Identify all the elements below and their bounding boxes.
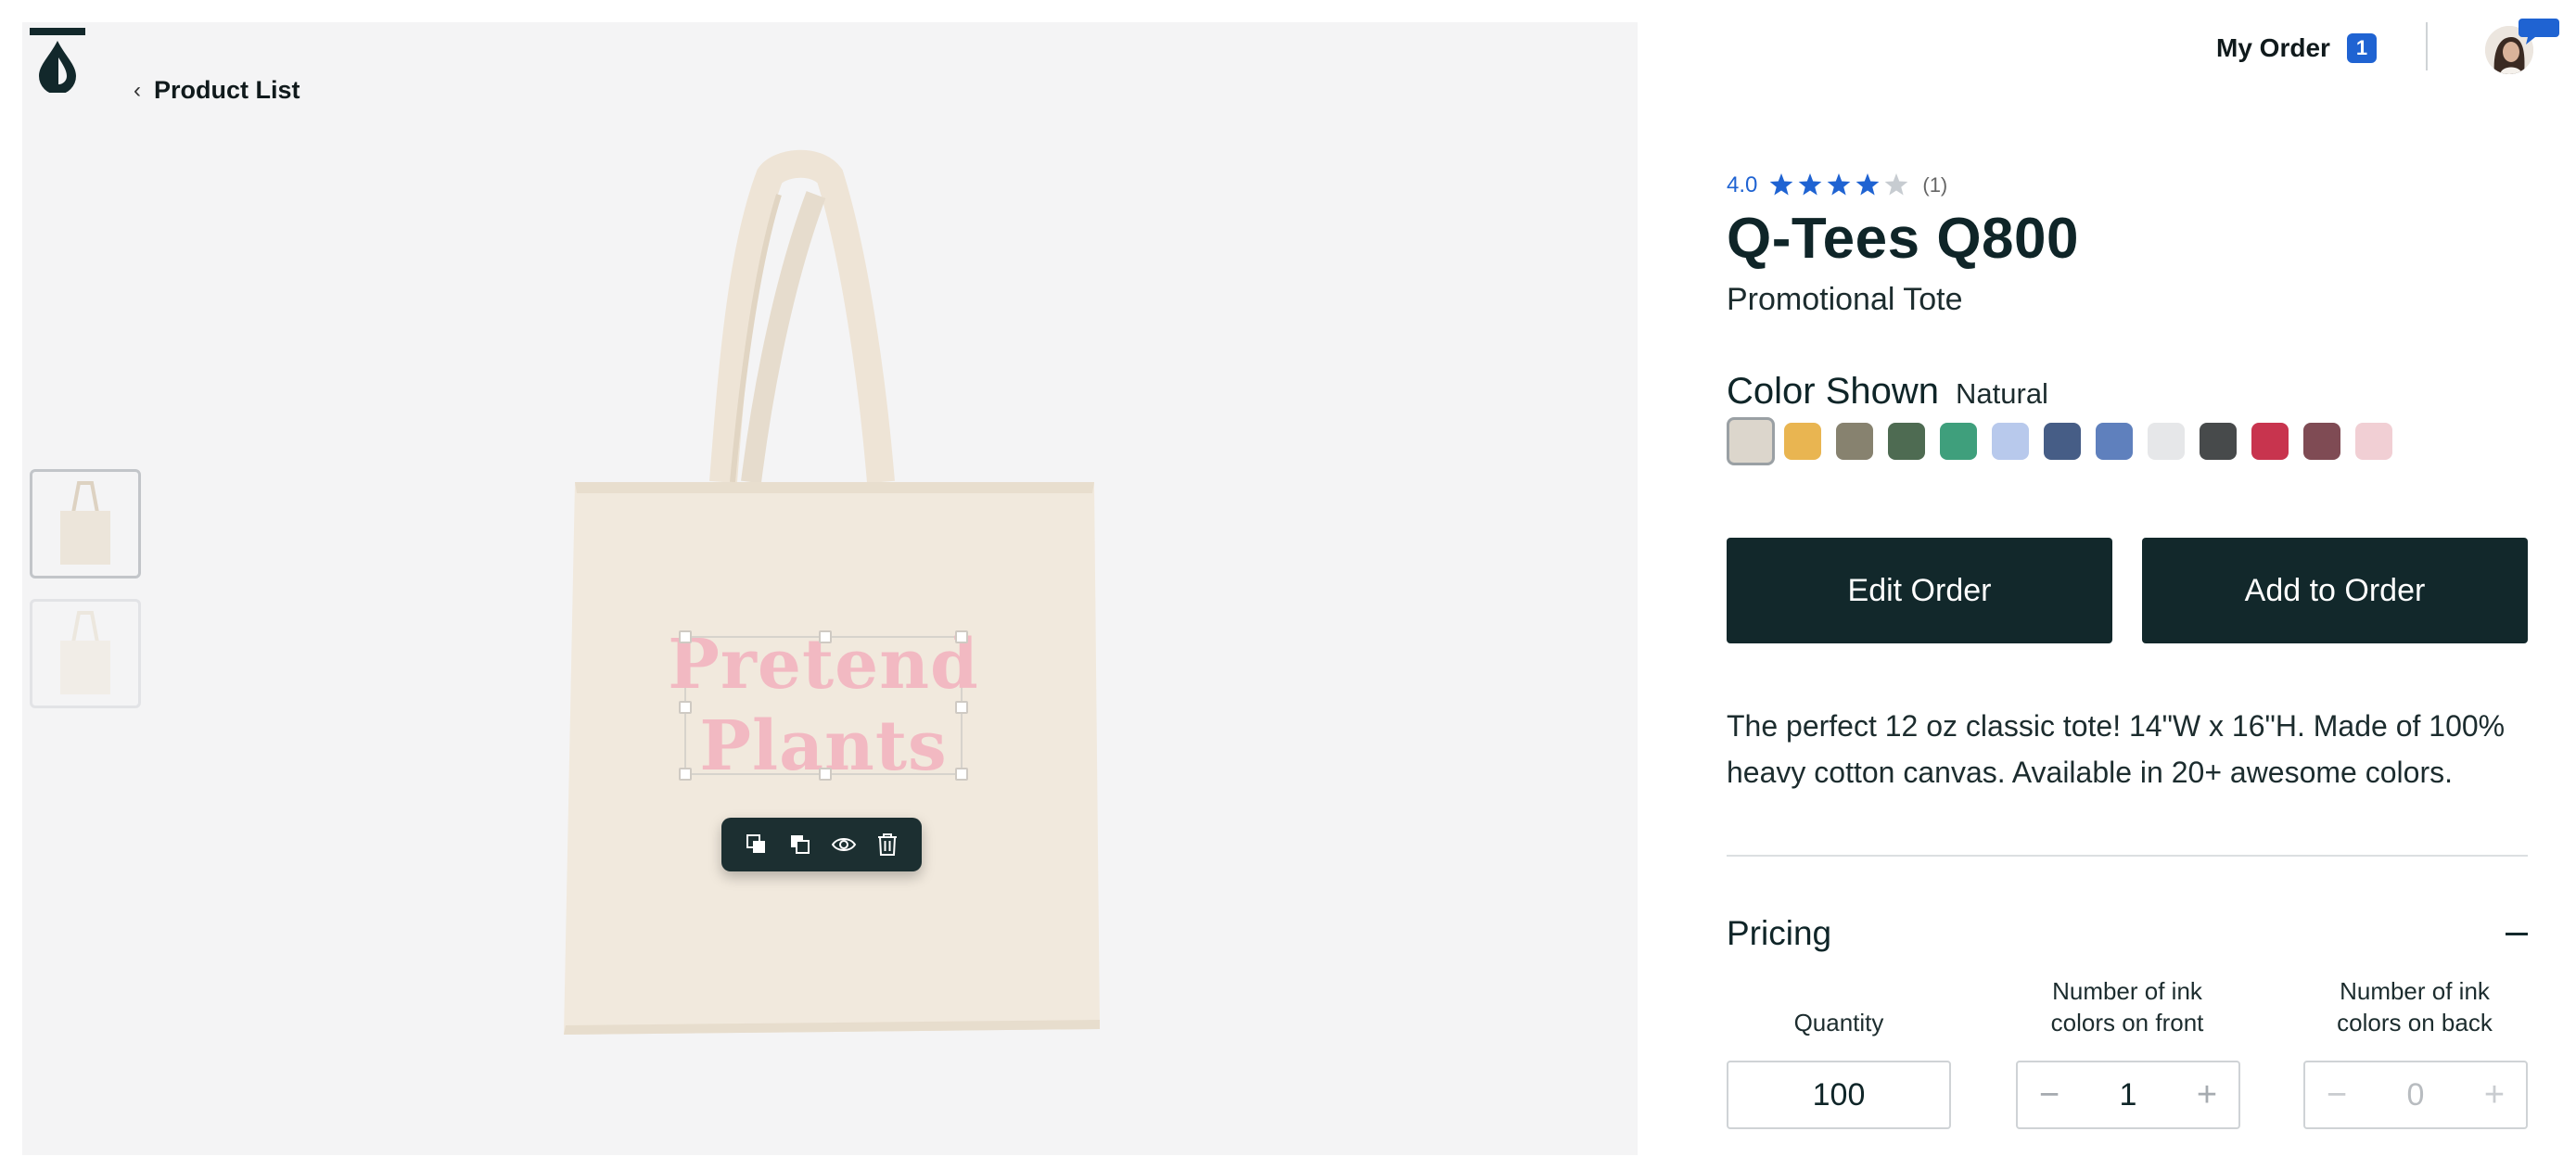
pricing-title[interactable]: Pricing [1727, 914, 1831, 953]
color-swatch[interactable] [2251, 423, 2289, 460]
resize-handle[interactable] [955, 701, 968, 714]
front-colors-label: Number of ink colors on front [2007, 975, 2248, 1038]
resize-handle[interactable] [819, 630, 832, 643]
star-filled-icon [1799, 173, 1822, 196]
add-to-order-button[interactable]: Add to Order [2142, 538, 2528, 643]
color-swatch[interactable] [1888, 423, 1925, 460]
breadcrumb-label: Product List [154, 76, 300, 104]
tote-thumbnail-icon [60, 481, 110, 565]
design-selection-box[interactable]: Pretend Plants [668, 625, 978, 786]
header-divider [2426, 22, 2428, 70]
color-swatch[interactable] [2355, 423, 2392, 460]
back-colors-value[interactable]: 0 [2407, 1077, 2425, 1113]
my-order-link[interactable]: My Order 1 [2216, 33, 2377, 63]
thumbnail-front[interactable] [30, 469, 141, 578]
resize-handle[interactable] [679, 630, 692, 643]
trash-icon [877, 833, 897, 856]
color-swatch[interactable] [2148, 423, 2185, 460]
color-swatch[interactable] [2096, 423, 2133, 460]
color-swatch[interactable] [2303, 423, 2340, 460]
color-swatch[interactable] [1727, 417, 1775, 465]
rating-stars [1770, 173, 1908, 196]
front-colors-label-line: colors on front [2050, 1009, 2204, 1036]
send-backward-button[interactable] [740, 828, 773, 861]
tote-thumbnail-icon [60, 611, 110, 694]
color-shown-value: Natural [1956, 377, 2048, 410]
color-swatch[interactable] [1992, 423, 2029, 460]
section-divider [1727, 855, 2528, 857]
star-filled-icon [1828, 173, 1851, 196]
resize-handle[interactable] [679, 768, 692, 781]
increment-button[interactable]: + [2192, 1077, 2222, 1112]
eye-icon [831, 838, 856, 851]
delete-button[interactable] [871, 828, 904, 861]
back-colors-label: Number of ink colors on back [2294, 975, 2535, 1038]
review-count: (1) [1922, 173, 1948, 197]
tote-bag-image [564, 149, 1100, 1035]
chevron-left-icon: ‹ [134, 77, 141, 103]
bring-forward-button[interactable] [784, 828, 817, 861]
decrement-button[interactable]: − [2322, 1077, 2352, 1112]
chat-icon[interactable] [2519, 15, 2559, 44]
color-swatch[interactable] [2200, 423, 2237, 460]
resize-handle[interactable] [819, 768, 832, 781]
edit-order-button[interactable]: Edit Order [1727, 538, 2112, 643]
back-to-product-list[interactable]: ‹ Product List [134, 76, 300, 105]
back-colors-label-line: colors on back [2337, 1009, 2493, 1036]
star-filled-icon [1770, 173, 1793, 196]
my-order-label: My Order [2216, 33, 2330, 62]
brand-logo[interactable] [30, 28, 85, 93]
color-swatch[interactable] [1784, 423, 1821, 460]
quantity-input[interactable]: 100 [1727, 1061, 1951, 1129]
color-swatch[interactable] [1836, 423, 1873, 460]
thumbnail-back[interactable] [30, 599, 141, 708]
decrement-button[interactable]: − [2034, 1077, 2064, 1112]
design-text[interactable]: Pretend Plants [668, 625, 978, 786]
order-count-badge: 1 [2346, 33, 2377, 63]
collapse-pricing-icon[interactable] [2506, 933, 2528, 935]
product-title: Q-Tees Q800 [1727, 207, 2079, 271]
front-colors-stepper: − 1 + [2016, 1061, 2240, 1129]
quantity-label: Quantity [1718, 1007, 1959, 1038]
color-shown: Color Shown Natural [1727, 371, 2048, 413]
back-colors-label-line: Number of ink [2340, 977, 2490, 1005]
back-colors-stepper: − 0 + [2303, 1061, 2528, 1129]
bring-forward-icon [790, 835, 810, 854]
color-swatch[interactable] [1940, 423, 1977, 460]
product-subtitle: Promotional Tote [1727, 282, 1963, 317]
star-filled-icon [1856, 173, 1880, 196]
design-toolbar [721, 818, 922, 871]
product-rating[interactable]: 4.0 (1) [1727, 172, 1947, 198]
rating-score: 4.0 [1727, 172, 1758, 197]
color-shown-label: Color Shown [1727, 371, 1940, 412]
star-empty-icon [1885, 173, 1908, 196]
resize-handle[interactable] [679, 701, 692, 714]
resize-handle[interactable] [955, 630, 968, 643]
increment-button[interactable]: + [2480, 1077, 2509, 1112]
resize-handle[interactable] [955, 768, 968, 781]
send-backward-icon [746, 834, 765, 853]
product-description: The perfect 12 oz classic tote! 14"W x 1… [1727, 709, 2506, 789]
front-colors-value[interactable]: 1 [2120, 1077, 2137, 1113]
quantity-label-text: Quantity [1793, 1009, 1884, 1036]
preview-button[interactable] [827, 828, 861, 861]
color-swatch[interactable] [2044, 423, 2081, 460]
front-colors-label-line: Number of ink [2052, 977, 2202, 1005]
